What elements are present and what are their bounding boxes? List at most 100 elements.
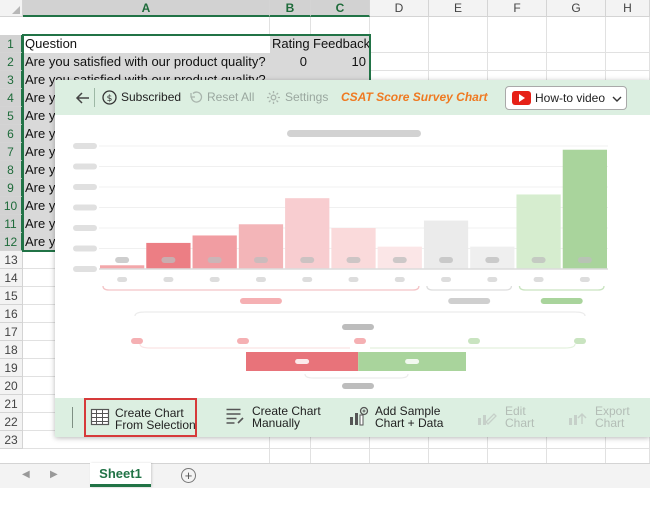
bar-value-placeholder (346, 257, 361, 263)
cell-question[interactable]: Are y (25, 125, 55, 143)
add-sheet-icon[interactable]: + (181, 468, 196, 483)
row-header[interactable]: 13 (0, 251, 23, 269)
row-header[interactable]: 1 (0, 35, 23, 53)
howto-video-label: How-to video (535, 91, 606, 105)
row-header[interactable]: 15 (0, 287, 23, 305)
cell-question[interactable]: Are y (25, 89, 55, 107)
row-header[interactable]: 10 (0, 197, 23, 215)
gear-icon (267, 91, 280, 104)
subscribed-button[interactable]: $ Subscribed (102, 80, 182, 115)
sheet-tabs-bar: ◀ ▶ Sheet1 + (0, 463, 650, 488)
action-label-line2: Manually (252, 416, 301, 430)
row-header[interactable]: 11 (0, 215, 23, 233)
row-header[interactable]: 3 (0, 71, 23, 89)
row-header[interactable]: 5 (0, 107, 23, 125)
settings-button[interactable]: Settings (266, 80, 330, 115)
cell-b1[interactable]: Rating (272, 35, 310, 53)
y-tick-label-placeholder (73, 184, 97, 190)
reset-all-button[interactable]: Reset All (188, 80, 254, 115)
action-label-line2: Chart (595, 416, 625, 430)
chart-title-placeholder (287, 130, 421, 137)
range-marker (574, 338, 586, 344)
arrow-left-icon (75, 92, 89, 104)
x-tick-label-placeholder (117, 277, 128, 282)
column-header[interactable]: H (606, 0, 650, 17)
range-marker (468, 338, 480, 344)
row-header[interactable]: 9 (0, 179, 23, 197)
x-tick-label-placeholder (394, 277, 405, 282)
share-total-placeholder (342, 383, 374, 389)
cell-a1[interactable]: Question (25, 35, 269, 53)
addin-toolbar: $ Subscribed Reset All Settings CSAT Sco… (55, 80, 650, 115)
row-header[interactable]: 4 (0, 89, 23, 107)
column-header[interactable]: D (370, 0, 429, 17)
column-header[interactable]: B (270, 0, 311, 17)
cell-b2[interactable]: 0 (270, 53, 311, 71)
cell-c1[interactable]: Feedback (313, 35, 369, 53)
cell-question[interactable]: Are y (25, 107, 55, 125)
x-tick-label-placeholder (348, 277, 359, 282)
bar-value-placeholder (392, 257, 407, 263)
subscribed-label: Subscribed (121, 90, 182, 104)
row-header[interactable]: 23 (0, 431, 23, 449)
row-header[interactable]: 16 (0, 305, 23, 323)
reset-all-label: Reset All (207, 90, 255, 104)
cell-question[interactable]: Are y (25, 143, 55, 161)
export-chart-button[interactable]: Export Chart (567, 398, 637, 437)
x-tick-label-placeholder (163, 277, 174, 282)
sheet-tab-sheet1[interactable]: Sheet1 (90, 463, 151, 487)
row-header[interactable]: 12 (0, 233, 23, 251)
csat-chart-preview (73, 130, 608, 389)
row-header[interactable]: 17 (0, 323, 23, 341)
group-label-placeholder (448, 298, 491, 304)
row-header[interactable]: 7 (0, 143, 23, 161)
row-header[interactable]: 22 (0, 413, 23, 431)
create-chart-from-selection-button[interactable]: Create Chart From Selection (84, 398, 197, 437)
row-header[interactable]: 21 (0, 395, 23, 413)
howto-video-dropdown[interactable]: How-to video (505, 86, 627, 110)
back-button[interactable] (75, 80, 93, 115)
row-header[interactable]: 6 (0, 125, 23, 143)
add-sample-chart-data-button[interactable]: Add Sample Chart + Data (348, 398, 448, 437)
row-header[interactable]: 20 (0, 377, 23, 395)
select-all-corner[interactable] (0, 0, 23, 17)
column-header[interactable]: F (488, 0, 547, 17)
chart-addin-panel: $ Subscribed Reset All Settings CSAT Sco… (55, 80, 650, 437)
bar-value-placeholder (485, 257, 500, 263)
x-tick-label-placeholder (302, 277, 313, 282)
column-header[interactable]: A (23, 0, 270, 17)
cell-question[interactable]: Are y (25, 215, 55, 233)
column-header[interactable]: G (547, 0, 606, 17)
bar-value-placeholder (300, 257, 315, 263)
y-tick-label-placeholder (73, 245, 97, 252)
cell-question[interactable]: Are y (25, 161, 55, 179)
group-brace (426, 285, 513, 291)
dollar-circle-icon: $ (102, 90, 117, 105)
cell-a2[interactable]: Are you satisfied with our product quali… (25, 53, 269, 71)
create-chart-manually-button[interactable]: Create Chart Manually (225, 398, 325, 437)
column-header[interactable]: C (311, 0, 370, 17)
sample-data-icon (350, 406, 369, 426)
list-edit-icon (226, 408, 244, 424)
column-header[interactable]: E (429, 0, 488, 17)
bar-value-placeholder (577, 257, 592, 263)
cell-question[interactable]: Are y (25, 179, 55, 197)
share-label-placeholder (295, 359, 310, 364)
tab-scroll-left-icon[interactable]: ◀ (22, 469, 30, 480)
edit-chart-button[interactable]: Edit Chart (476, 398, 538, 437)
cell-question[interactable]: Are y (25, 233, 55, 251)
toolbar-divider (94, 88, 95, 107)
row-header[interactable]: 19 (0, 359, 23, 377)
cell-c2[interactable]: 10 (311, 53, 370, 71)
range-marker (131, 338, 143, 344)
row-header[interactable]: 18 (0, 341, 23, 359)
gridline (23, 448, 650, 449)
cell-question[interactable]: Are y (25, 197, 55, 215)
row-header[interactable]: 8 (0, 161, 23, 179)
bar-value-placeholder (207, 257, 222, 263)
row-header[interactable]: 2 (0, 53, 23, 71)
chevron-down-icon (612, 96, 622, 102)
tab-scroll-right-icon[interactable]: ▶ (50, 469, 58, 480)
row-header[interactable]: 14 (0, 269, 23, 287)
y-tick-label-placeholder (73, 204, 97, 211)
